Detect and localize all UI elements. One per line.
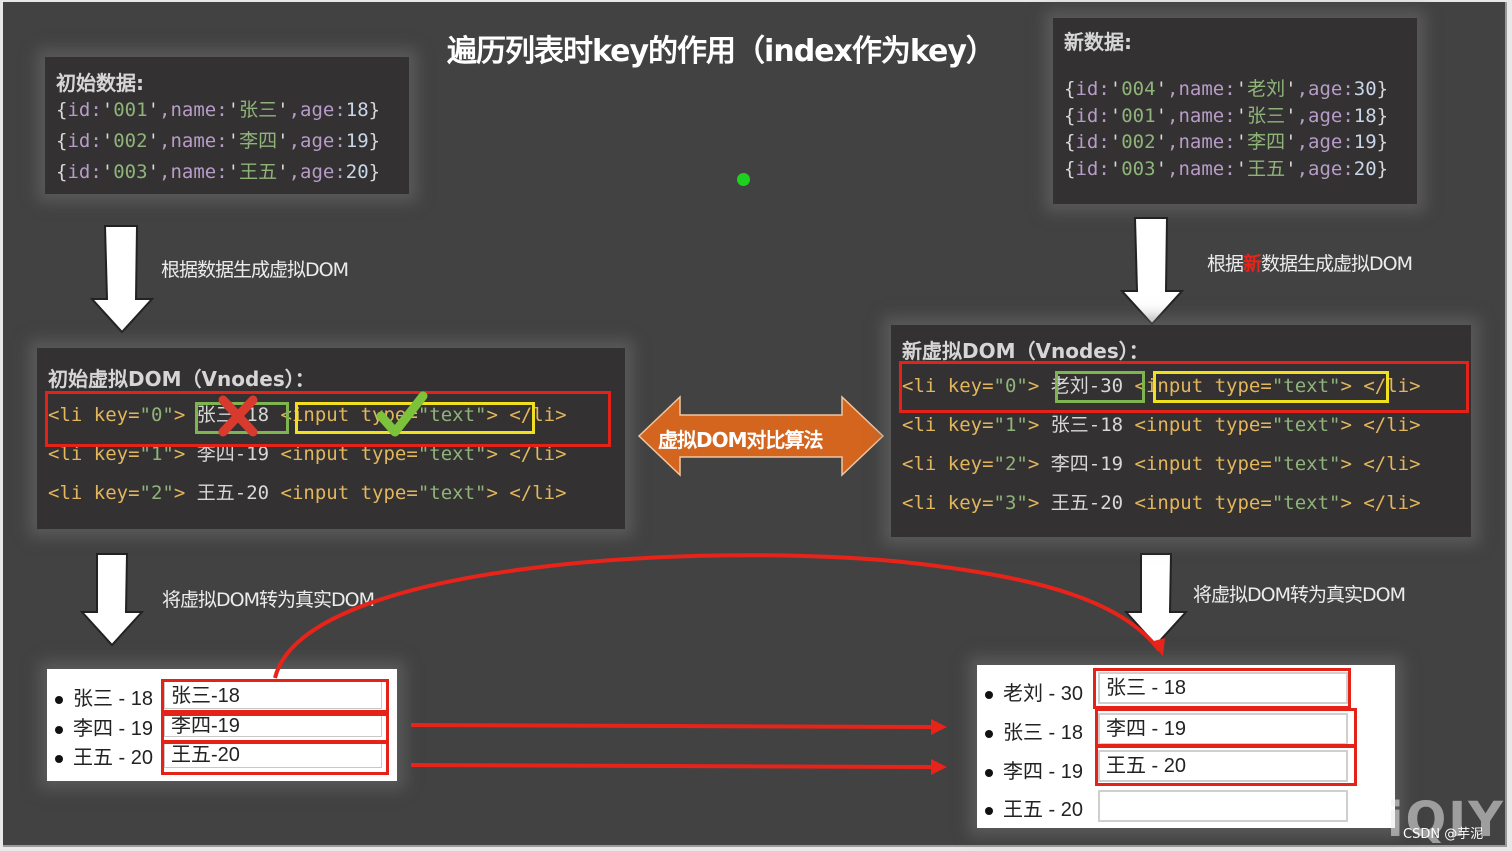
straight-arrow-icon	[410, 759, 947, 775]
csdn-credit-watermark: CSDN @芋泥	[1403, 827, 1484, 842]
straight-arrow-icon	[410, 719, 947, 735]
slide: 遍历列表时key的作用（index作为key） 初始数据: {id:'001',…	[3, 2, 1507, 848]
